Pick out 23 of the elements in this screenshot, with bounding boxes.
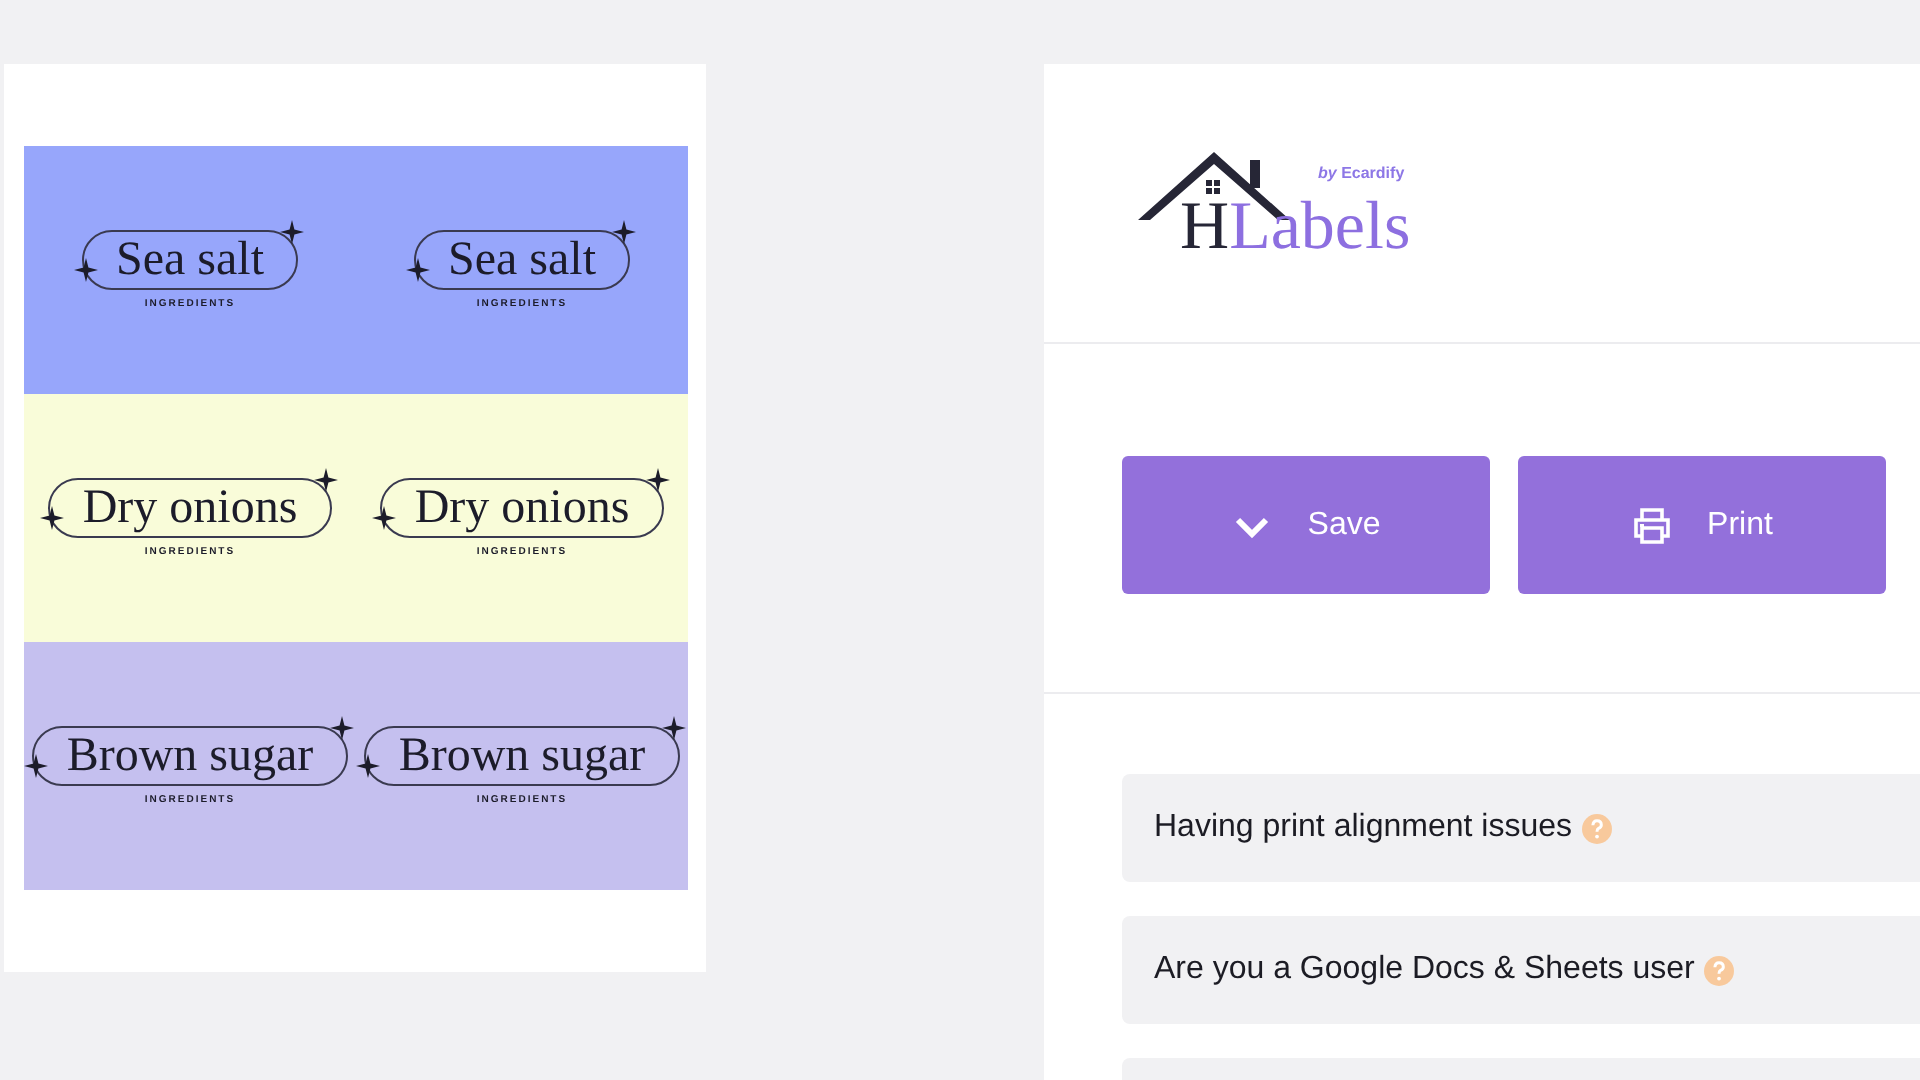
sparkle-icon xyxy=(24,754,49,778)
save-button[interactable]: Save xyxy=(1122,456,1490,594)
sparkle-icon xyxy=(40,506,65,530)
sparkle-icon xyxy=(611,220,636,244)
sparkle-icon xyxy=(74,258,98,282)
logo-text: HLabels xyxy=(1180,192,1411,264)
logo-tagline: by Ecardify xyxy=(1318,164,1405,182)
sparkle-icon xyxy=(372,506,397,530)
sparkle-icon xyxy=(356,754,381,778)
help-icon xyxy=(1582,813,1612,843)
sparkle-icon xyxy=(313,468,338,492)
help-icon xyxy=(1704,955,1735,985)
help-row[interactable]: Are you a Google Docs & Sheets user xyxy=(1122,916,1920,1024)
sparkle-icon xyxy=(645,468,670,492)
sparkle-icon xyxy=(279,220,304,244)
help-text: Are you a Google Docs & Sheets user xyxy=(1154,952,1695,988)
sparkle-icon xyxy=(406,258,430,282)
printer-icon xyxy=(1631,505,1672,545)
help-text: Having print alignment issues xyxy=(1154,810,1572,846)
sparkle-icon xyxy=(661,716,686,740)
print-button[interactable]: Print xyxy=(1518,456,1886,594)
sparkle-icon xyxy=(329,716,354,740)
help-row[interactable]: Having print alignment issues xyxy=(1122,774,1920,882)
